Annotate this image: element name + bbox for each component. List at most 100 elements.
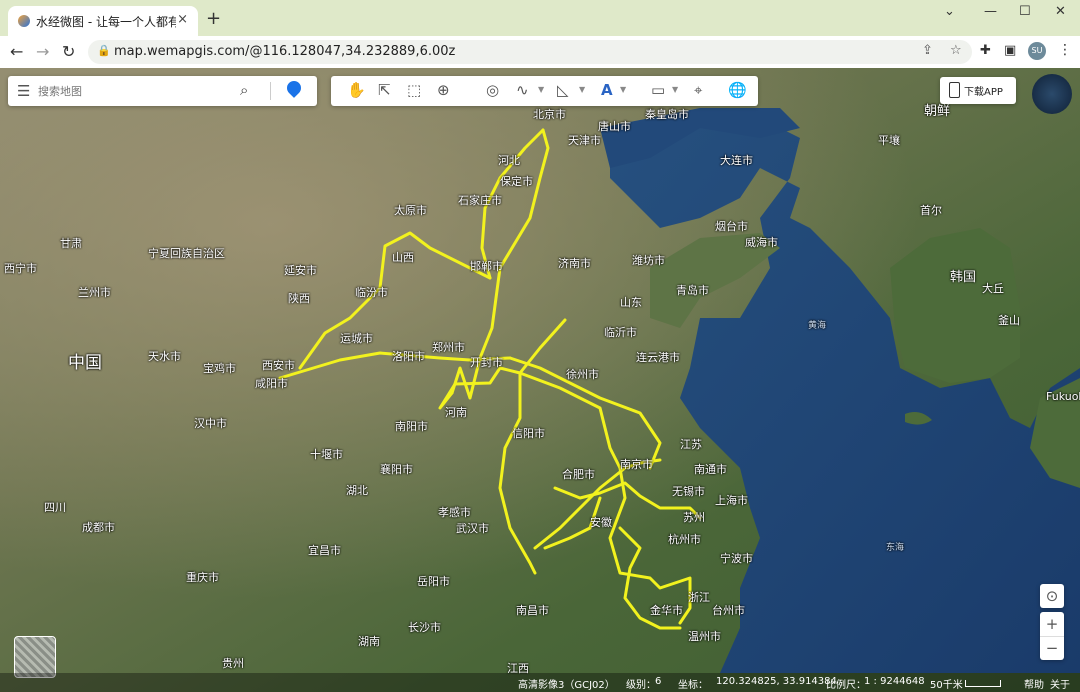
map-label: 宜昌市 — [308, 544, 341, 557]
map-label: 南京市 — [620, 458, 653, 471]
map-label: 湖北 — [346, 484, 368, 497]
imagery-source: 高清影像3（GCJ02） — [518, 680, 615, 691]
map-label: 开封市 — [470, 356, 503, 369]
basemap-switch-button[interactable] — [14, 636, 56, 678]
help-link[interactable]: 帮助 — [1024, 676, 1044, 691]
zoom-out-button[interactable]: − — [1040, 637, 1064, 661]
map-label: 首尔 — [920, 204, 942, 217]
url-text[interactable]: map.wemapgis.com/@116.128047,34.232889,6… — [114, 44, 455, 59]
map-label: 四川 — [44, 501, 66, 514]
zoom-control: + − — [1040, 612, 1064, 660]
map-label: 徐州市 — [566, 368, 599, 381]
map-label: 信阳市 — [512, 427, 545, 440]
chevron-down-icon[interactable]: ▼ — [620, 85, 626, 94]
map-label: 宁波市 — [720, 552, 753, 565]
chevron-down-icon[interactable]: ▼ — [579, 85, 585, 94]
new-tab-button[interactable]: + — [206, 8, 221, 29]
polyline-icon[interactable]: ∿ — [516, 81, 529, 99]
map-label: 长沙市 — [408, 621, 441, 634]
map-label: 南昌市 — [516, 604, 549, 617]
map-label: 延安市 — [284, 264, 317, 277]
map-label: 天水市 — [148, 350, 181, 363]
map-label: 上海市 — [715, 494, 748, 507]
map-label: 邯郸市 — [470, 260, 503, 273]
map-label: 甘肃 — [60, 237, 82, 250]
map-label: 武汉市 — [456, 522, 489, 535]
browser-menu-icon[interactable]: ⋮ — [1058, 42, 1072, 58]
address-bar[interactable]: 🔒 map.wemapgis.com/@116.128047,34.232889… — [88, 40, 972, 64]
ruler-icon[interactable]: ▭ — [651, 81, 665, 99]
map-label: 贵州 — [222, 657, 244, 670]
map-label: 南通市 — [694, 463, 727, 476]
scale-bar — [965, 680, 1001, 687]
locate-button[interactable]: ⊙ — [1040, 584, 1064, 608]
map-label: 苏州 — [683, 511, 705, 524]
reload-icon[interactable]: ↻ — [62, 42, 75, 61]
close-tab-icon[interactable]: × — [177, 12, 188, 27]
map-label: 天津市 — [568, 134, 601, 147]
box-select-icon[interactable]: ⬚ — [407, 81, 421, 99]
map-label: 南阳市 — [395, 420, 428, 433]
compass-globe-icon[interactable] — [1032, 74, 1072, 114]
map-label: 平壤 — [878, 134, 900, 147]
select-pointer-icon[interactable]: ⇱ — [378, 81, 391, 99]
lock-icon: 🔒 — [97, 44, 111, 57]
map-label: 河南 — [445, 406, 467, 419]
map-label: 重庆市 — [186, 571, 219, 584]
globe-icon[interactable]: 🌐 — [728, 81, 747, 99]
map-label: 釜山 — [998, 314, 1020, 327]
search-input[interactable] — [36, 81, 230, 103]
map-label: 洛阳市 — [392, 350, 425, 363]
chevron-down-icon[interactable]: ▼ — [672, 85, 678, 94]
level-value: 6 — [655, 676, 662, 687]
map-label: 济南市 — [558, 257, 591, 270]
map-label: 大丘 — [982, 282, 1004, 295]
hamburger-menu-icon[interactable]: ☰ — [17, 82, 30, 100]
identify-pointer-icon[interactable]: ⌖ — [694, 81, 702, 99]
minimize-icon[interactable]: — — [984, 4, 997, 19]
phone-icon — [949, 82, 960, 98]
back-icon[interactable]: ← — [10, 42, 23, 61]
map-label: 成都市 — [82, 521, 115, 534]
map-label: 临汾市 — [355, 286, 388, 299]
map-label: 无锡市 — [672, 485, 705, 498]
text-tool-icon[interactable]: A — [601, 81, 613, 99]
map-label: 温州市 — [688, 630, 721, 643]
polygon-icon[interactable]: ◺ — [557, 81, 569, 99]
map-canvas[interactable]: 中国 北京市 天津市 唐山市 秦皇岛市 大连市 河北 保定市 石家庄市 太原市 … — [0, 68, 1080, 692]
map-label: 岳阳市 — [417, 575, 450, 588]
map-label: 临沂市 — [604, 326, 637, 339]
extensions-icon[interactable]: ✚ — [980, 43, 991, 58]
maximize-icon[interactable]: ☐ — [1019, 4, 1031, 19]
zoom-in-button[interactable]: + — [1040, 612, 1064, 637]
level-label: 级别： — [626, 680, 656, 691]
map-label: 石家庄市 — [458, 194, 502, 207]
map-label: 黄海 — [808, 321, 827, 331]
share-icon[interactable]: ⇪ — [922, 43, 933, 58]
profile-avatar[interactable]: SU — [1028, 42, 1046, 60]
active-tab[interactable]: 水经微图 - 让每一个人都有自己 × — [8, 6, 198, 36]
chevron-down-icon[interactable]: ⌄ — [944, 4, 955, 19]
pan-hand-icon[interactable]: ✋ — [347, 81, 366, 99]
map-label: 威海市 — [745, 236, 778, 249]
map-label: 安徽 — [590, 516, 612, 529]
location-pin-icon[interactable] — [284, 78, 304, 98]
map-label: 唐山市 — [598, 120, 631, 133]
map-label: 湖南 — [358, 635, 380, 648]
zoom-area-icon[interactable]: ⊕ — [437, 81, 450, 99]
bookmark-star-icon[interactable]: ☆ — [950, 43, 962, 58]
about-link[interactable]: 关于 — [1050, 676, 1070, 691]
coord-value: 120.324825, 33.914384 — [716, 676, 837, 687]
chevron-down-icon[interactable]: ▼ — [538, 85, 544, 94]
close-window-icon[interactable]: ✕ — [1055, 4, 1066, 19]
map-label: 宁夏回族自治区 — [148, 247, 225, 260]
map-label: 台州市 — [712, 604, 745, 617]
address-bar-row: ← → ↻ 🔒 map.wemapgis.com/@116.128047,34.… — [0, 36, 1080, 68]
search-icon[interactable]: ⌕ — [240, 81, 248, 99]
map-label: 秦皇岛市 — [645, 108, 689, 121]
side-panel-icon[interactable]: ▣ — [1004, 43, 1016, 58]
marker-icon[interactable]: ◎ — [486, 81, 499, 99]
map-label: 西安市 — [262, 359, 295, 372]
download-app-button[interactable]: 下载APP — [940, 77, 1016, 104]
forward-icon[interactable]: → — [36, 42, 49, 61]
